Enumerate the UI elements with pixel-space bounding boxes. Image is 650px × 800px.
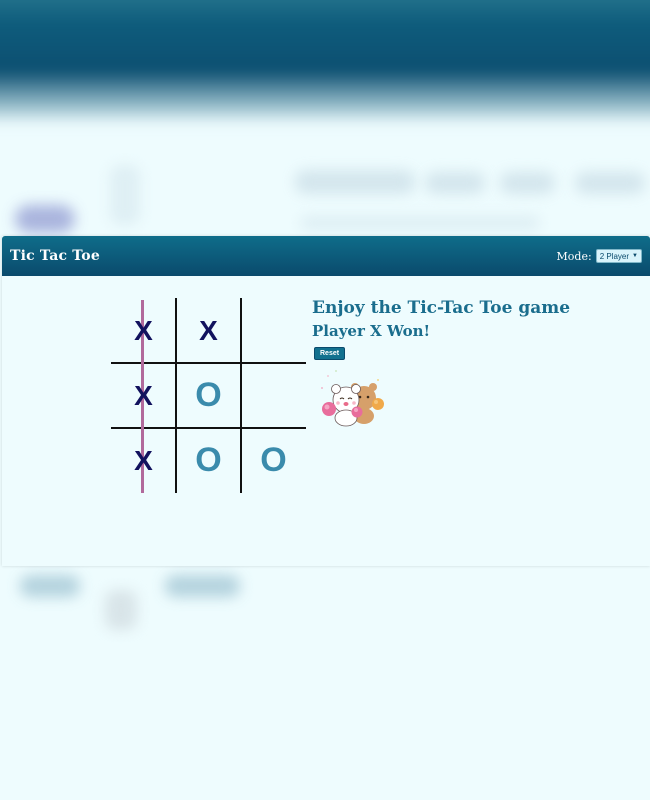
board-cell-7[interactable]: X xyxy=(111,428,176,493)
mode-select-value: 2 Player xyxy=(599,251,630,261)
background-nav-blur xyxy=(295,170,415,194)
board-cell-6[interactable] xyxy=(241,363,306,428)
background-text-blur xyxy=(300,216,540,230)
mode-select[interactable]: 2 Player ▼ xyxy=(595,249,642,263)
cheering-bears-icon xyxy=(318,368,388,428)
board-cell-5[interactable]: O xyxy=(176,363,241,428)
board-cell-3[interactable] xyxy=(241,298,306,363)
info-panel: Enjoy the Tic-Tac Toe game Player X Won!… xyxy=(312,298,570,428)
game-status: Player X Won! xyxy=(312,322,431,340)
game-window: Tic Tac Toe Mode: 2 Player ▼ X X X O X O… xyxy=(2,236,650,566)
board-cell-2[interactable]: X xyxy=(176,298,241,363)
mode-label: Mode: xyxy=(556,249,592,263)
background-text-blur xyxy=(105,590,137,630)
background-nav-blur xyxy=(425,172,485,194)
background-button-blur xyxy=(165,575,240,597)
background-logo-blur xyxy=(15,205,75,233)
background-nav-blur xyxy=(500,172,555,194)
board-cell-4[interactable]: X xyxy=(111,363,176,428)
welcome-heading: Enjoy the Tic-Tac Toe game xyxy=(312,298,571,318)
board-cell-9[interactable]: O xyxy=(241,428,306,493)
board-cell-8[interactable]: O xyxy=(176,428,241,493)
cheering-bears-illustration xyxy=(321,370,384,427)
mode-control: Mode: 2 Player ▼ xyxy=(557,249,642,263)
board-cell-1[interactable]: X xyxy=(111,298,176,363)
background-nav-blur xyxy=(575,172,645,194)
game-title: Tic Tac Toe xyxy=(10,248,100,264)
background-button-blur xyxy=(20,575,80,597)
game-header: Tic Tac Toe Mode: 2 Player ▼ xyxy=(2,236,650,276)
background-banner xyxy=(0,0,650,125)
chevron-down-icon: ▼ xyxy=(632,253,638,259)
reset-button[interactable]: Reset xyxy=(314,347,346,360)
game-board: X X X O X O O xyxy=(111,298,306,493)
background-text-blur xyxy=(110,165,140,225)
